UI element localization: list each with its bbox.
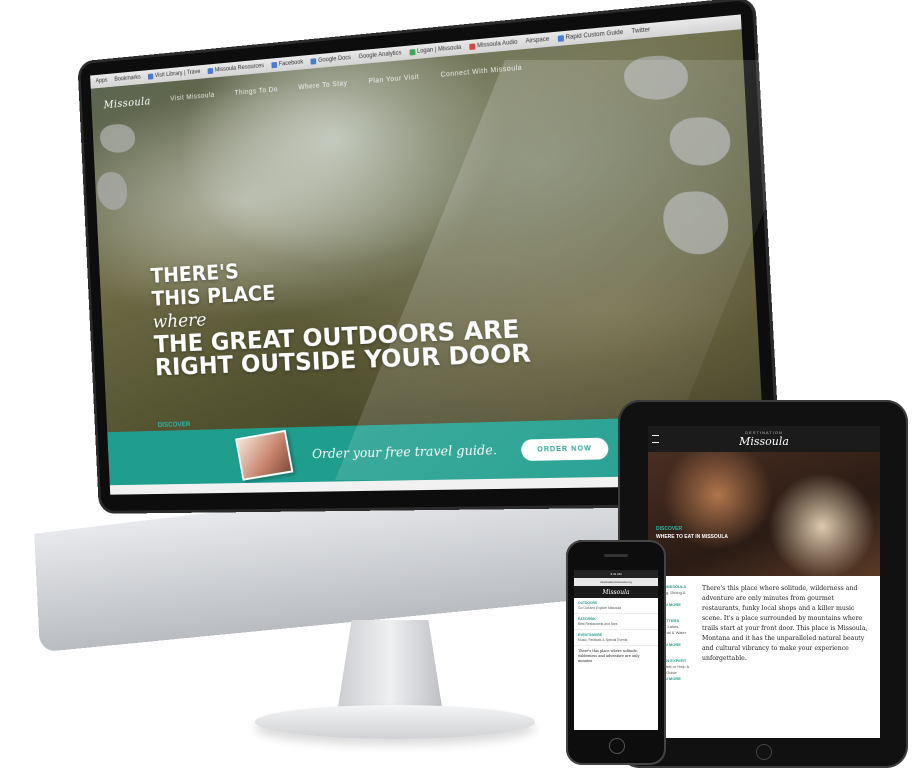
rock: [96, 171, 128, 212]
list-item-text: Go Out and Explore Missoula: [578, 605, 622, 610]
order-now-button[interactable]: ORDER NOW: [520, 437, 610, 461]
ipad-logo[interactable]: Missoula: [739, 435, 789, 448]
rock: [668, 115, 732, 168]
ipad-home-button[interactable]: [756, 744, 772, 760]
ipad-screen: DESTINATION Missoula DISCOVER WHERE TO E…: [648, 426, 880, 738]
list-item-text: Music, Festivals & Special Events: [578, 637, 628, 642]
ipad-body-text: There's this place where solitude, wilde…: [702, 585, 868, 662]
nav-connect[interactable]: Connect With Missoula: [440, 63, 522, 79]
list-item-text: Best Restaurants and Bars: [578, 621, 618, 626]
bookmark-item[interactable]: Apps: [95, 78, 107, 85]
bookmark-item[interactable]: Bookmarks: [114, 75, 141, 83]
bookmark-item[interactable]: Visit Library | Trave: [147, 69, 200, 80]
guide-text: Order your free travel guide.: [311, 442, 498, 462]
iphone-url-bar[interactable]: destinationmissoula.org: [574, 578, 658, 586]
bookmark-item[interactable]: Google Analytics: [358, 50, 401, 60]
imac-base: [255, 705, 535, 739]
facebook-icon: [271, 61, 278, 69]
bookmark-item[interactable]: Google Docs: [310, 55, 351, 65]
menu-icon[interactable]: [652, 435, 659, 443]
travel-guide-image: [234, 429, 294, 481]
bookmark-icon: [409, 49, 416, 56]
iphone-logo[interactable]: Missoula: [574, 586, 658, 598]
ipad-content: VISIT MISSOULA Lodging, Dining & Events …: [648, 576, 880, 690]
bookmark-icon: [147, 73, 154, 80]
bookmark-item[interactable]: Airspace: [525, 37, 549, 45]
bookmark-item[interactable]: Missoula Resources: [207, 63, 264, 75]
hero-headline: THERE'S THIS PLACE where THE GREAT OUTDO…: [150, 243, 532, 381]
bookmark-icon: [557, 35, 564, 42]
nav-plan-visit[interactable]: Plan Your Visit: [368, 72, 419, 85]
iphone-status-bar: 9:41 AM: [574, 570, 658, 578]
bookmark-item[interactable]: Logan | Missoula: [409, 45, 461, 56]
rock: [99, 122, 136, 155]
ipad-hero-image: DISCOVER WHERE TO EAT IN MISSOULA: [648, 452, 880, 576]
nav-where-to-stay[interactable]: Where To Stay: [298, 79, 348, 92]
list-item[interactable]: EAT/DRINK Best Restaurants and Bars: [574, 614, 658, 630]
nav-visit[interactable]: Visit Missoula: [170, 90, 215, 103]
bookmark-item[interactable]: Facebook: [271, 59, 303, 69]
iphone-speaker: [604, 554, 628, 557]
bookmark-item[interactable]: Twitter: [631, 27, 650, 35]
bookmark-icon: [207, 67, 214, 75]
iphone-home-button[interactable]: [609, 738, 625, 754]
bookmark-icon: [469, 43, 476, 51]
ipad-header: DESTINATION Missoula: [648, 426, 880, 452]
list-item[interactable]: EVENTS/MORE Music, Festivals & Special E…: [574, 630, 658, 646]
iphone: 9:41 AM destinationmissoula.org Missoula…: [566, 540, 666, 765]
hero-image: Missoula Visit Missoula Things To Do Whe…: [90, 29, 763, 440]
ipad-hero-caption[interactable]: WHERE TO EAT IN MISSOULA: [656, 534, 728, 540]
iphone-body-text: There's this place where solitude, wilde…: [578, 649, 640, 663]
bookmark-icon: [310, 58, 317, 65]
nav-things-to-do[interactable]: Things To Do: [234, 85, 279, 98]
site-logo[interactable]: Missoula: [103, 94, 151, 110]
iphone-screen: 9:41 AM destinationmissoula.org Missoula…: [574, 570, 658, 730]
list-item[interactable]: OUTDOORS Go Out and Explore Missoula: [574, 598, 658, 614]
bookmark-item[interactable]: Missoula Audio: [469, 39, 518, 51]
rock: [662, 189, 730, 257]
ipad-hero-kicker: DISCOVER: [656, 526, 683, 532]
